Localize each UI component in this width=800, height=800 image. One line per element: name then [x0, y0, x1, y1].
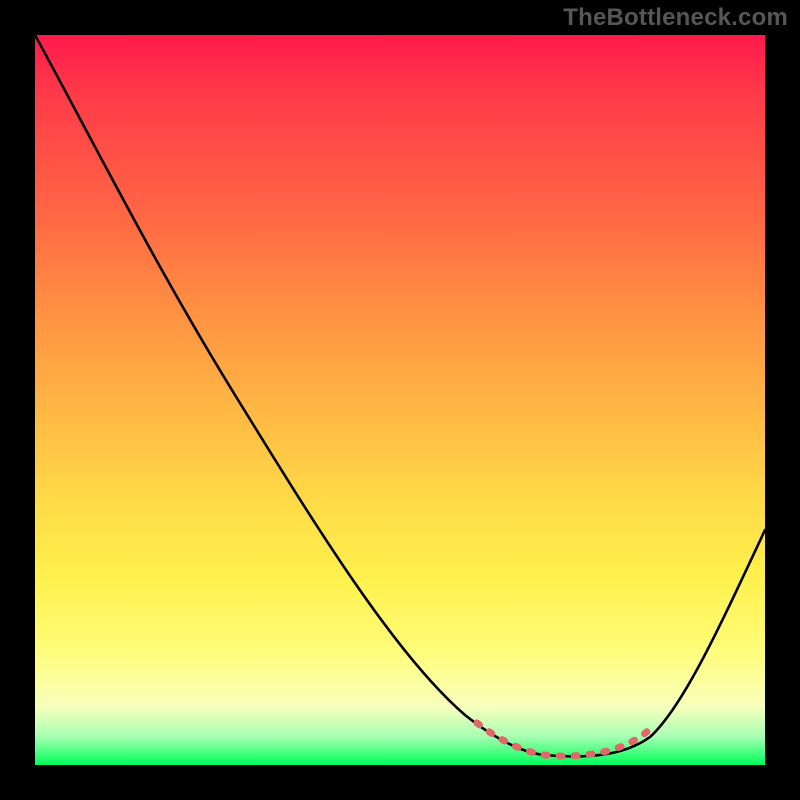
- chart-plot-area: [35, 35, 765, 765]
- watermark-text: TheBottleneck.com: [563, 4, 788, 32]
- curve-main: [35, 35, 765, 756]
- chart-svg: [35, 35, 765, 765]
